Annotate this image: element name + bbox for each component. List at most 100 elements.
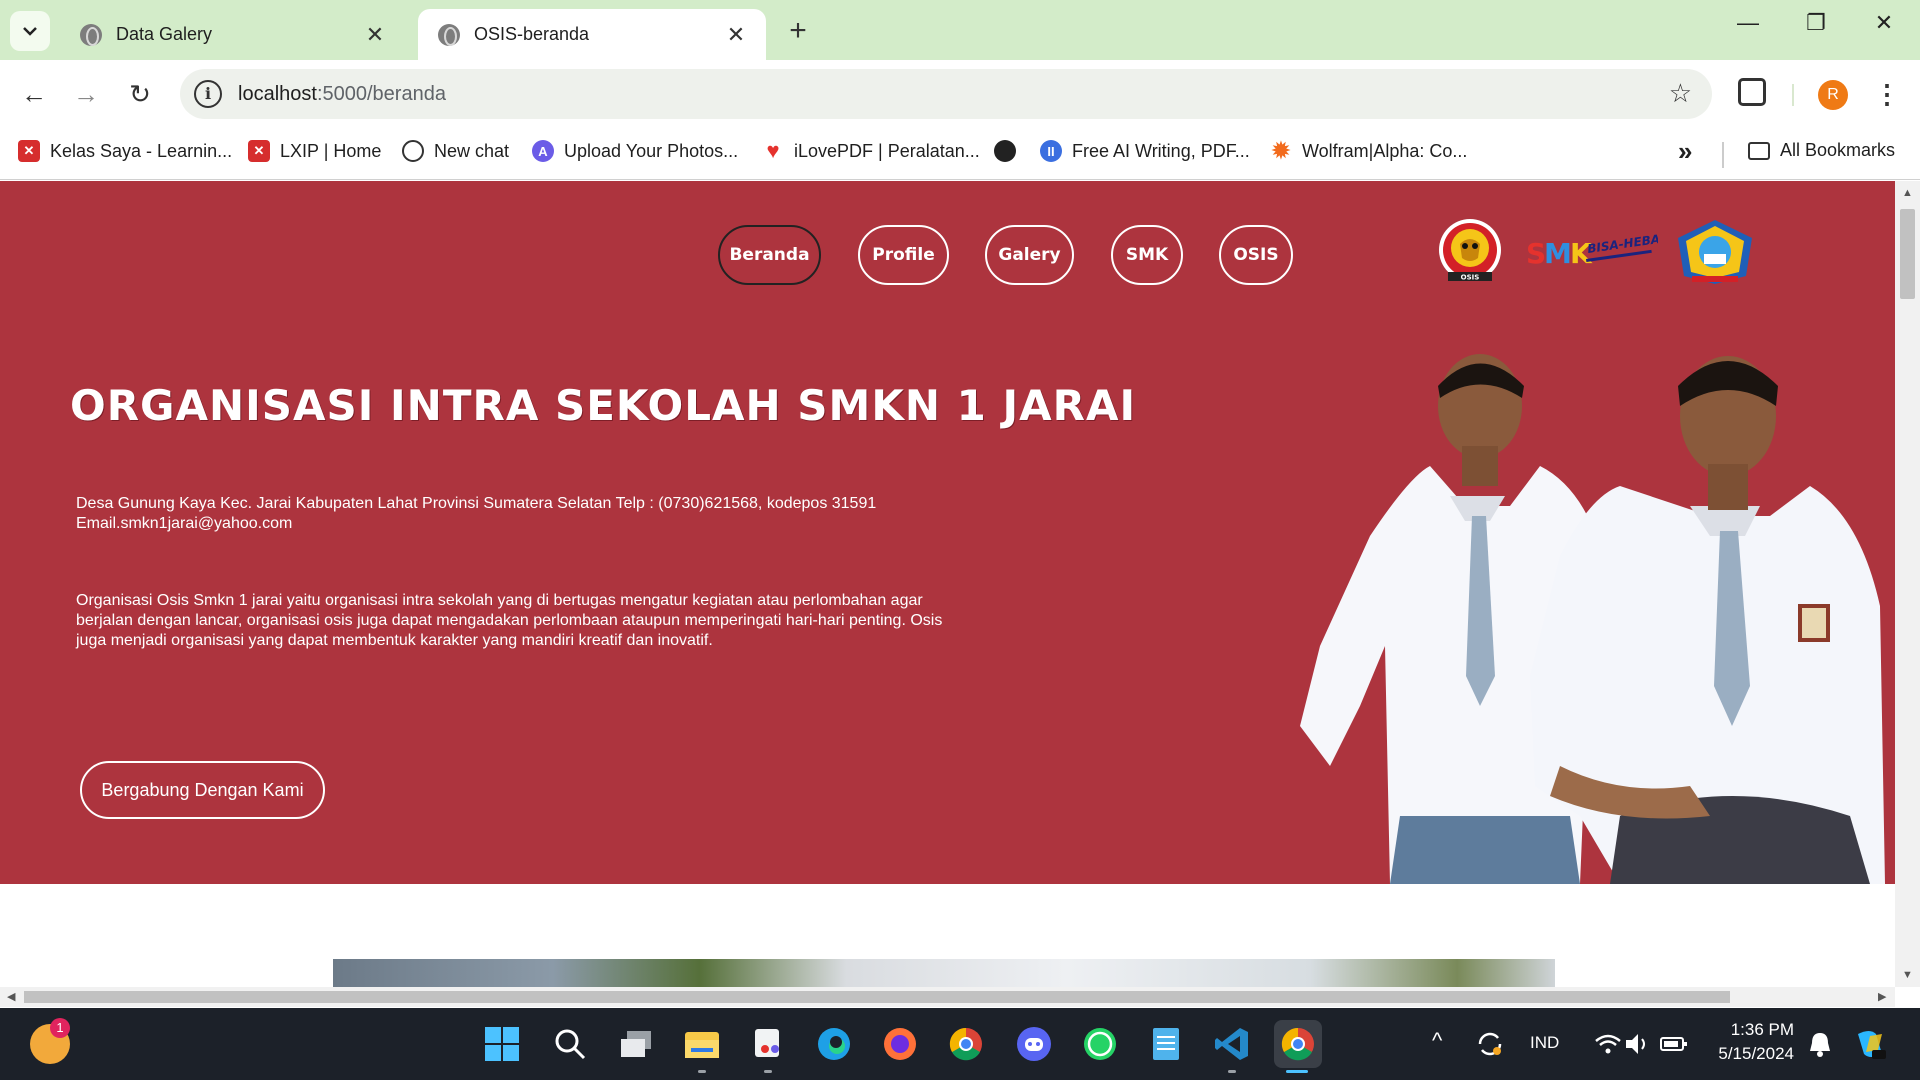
horizontal-scroll-thumb[interactable] — [24, 991, 1730, 1003]
scroll-right-icon[interactable]: ▶ — [1878, 990, 1886, 1003]
discord-icon[interactable] — [1014, 1024, 1054, 1064]
globe-icon — [80, 23, 102, 46]
nav-profile[interactable]: Profile — [858, 225, 949, 285]
bookmark-label: New chat — [434, 140, 510, 161]
new-tab-button[interactable]: + — [782, 14, 814, 48]
upload-photos-icon: A — [532, 140, 554, 162]
tab-data-galery[interactable]: Data Galery ✕ — [60, 9, 405, 60]
browser-toolbar: ← → ↻ i localhost:5000/beranda ☆ — [0, 60, 1920, 128]
bookmark-upload-photos[interactable]: A Upload Your Photos... — [532, 140, 738, 162]
join-button[interactable]: Bergabung Dengan Kami — [80, 761, 325, 819]
bookmark-label: Wolfram|Alpha: Co... — [1302, 140, 1468, 161]
bookmark-label: Free AI Writing, PDF... — [1072, 140, 1250, 161]
scroll-down-icon[interactable]: ▼ — [1902, 969, 1913, 981]
svg-text:M: M — [1544, 237, 1572, 270]
whatsapp-icon[interactable] — [1080, 1024, 1120, 1064]
running-indicator — [764, 1070, 772, 1073]
url-host: localhost — [238, 82, 317, 105]
tab-strip: Data Galery ✕ OSIS-beranda ✕ + — ❐ ✕ — [0, 0, 1920, 60]
page-title: ORGANISASI INTRA SEKOLAH SMKN 1 JARAI — [70, 381, 1137, 430]
wolfram-icon: ✹ — [1271, 138, 1291, 163]
tab-title: OSIS-beranda — [474, 24, 590, 44]
reload-button[interactable]: ↻ — [120, 74, 160, 114]
lxip-icon: ✕ — [248, 140, 270, 162]
start-icon[interactable] — [482, 1024, 522, 1064]
chrome-icon[interactable] — [946, 1024, 986, 1064]
bookmark-label: LXIP | Home — [280, 140, 382, 161]
bookmark-label: iLovePDF | Peralatan... — [794, 140, 980, 161]
bookmark-new-chat[interactable]: New chat — [402, 140, 509, 162]
notification-bell-icon[interactable] — [1800, 1024, 1840, 1064]
bookmarks-overflow-button[interactable]: » — [1678, 136, 1692, 167]
scroll-up-icon[interactable]: ▲ — [1902, 187, 1913, 199]
scroll-left-icon[interactable]: ◀ — [7, 990, 15, 1003]
edge-icon[interactable] — [814, 1024, 854, 1064]
chevron-down-icon — [23, 27, 37, 36]
active-indicator — [1286, 1070, 1308, 1073]
bookmark-globe[interactable] — [994, 140, 1026, 162]
nav-beranda[interactable]: Beranda — [718, 225, 821, 285]
vertical-scroll-thumb[interactable] — [1900, 209, 1915, 299]
clock-time[interactable]: 1:36 PM — [1728, 1020, 1794, 1040]
close-tab-icon[interactable]: ✕ — [363, 22, 387, 48]
free-ai-writing-icon: II — [1040, 140, 1062, 162]
students-photo — [1300, 354, 1885, 884]
firefox-icon[interactable] — [880, 1024, 920, 1064]
language-indicator[interactable]: IND — [1530, 1033, 1559, 1053]
nav-smk[interactable]: SMK — [1111, 225, 1183, 285]
search-icon[interactable] — [550, 1024, 590, 1064]
nav-galery[interactable]: Galery — [985, 225, 1074, 285]
profile-avatar[interactable]: R — [1818, 80, 1848, 110]
address-bar[interactable]: i localhost:5000/beranda ☆ — [180, 69, 1712, 119]
vertical-scrollbar[interactable]: ▲ ▼ — [1895, 181, 1920, 987]
bookmarks-divider — [1722, 142, 1724, 168]
site-info-icon[interactable]: i — [194, 80, 222, 108]
url-path: :5000/beranda — [316, 82, 446, 105]
snipping-tool-icon[interactable] — [748, 1024, 788, 1064]
bookmark-kelas-saya[interactable]: ✕ Kelas Saya - Learnin... — [18, 140, 232, 162]
chrome-profile-icon[interactable] — [1274, 1020, 1322, 1068]
tab-title: Data Galery — [116, 24, 213, 44]
bookmark-ilovepdf[interactable]: ♥ iLovePDF | Peralatan... — [762, 138, 980, 163]
volume-icon[interactable] — [1618, 1024, 1658, 1064]
smk-bisa-hebat-logo-icon: S M K BISA-HEBAT — [1526, 233, 1658, 270]
all-bookmarks-button[interactable]: All Bookmarks — [1748, 140, 1895, 161]
vscode-icon[interactable] — [1212, 1024, 1252, 1064]
file-explorer-icon[interactable] — [682, 1024, 722, 1064]
back-button[interactable]: ← — [14, 74, 54, 114]
bookmark-free-ai-writing[interactable]: II Free AI Writing, PDF... — [1040, 140, 1250, 162]
smkn1-jarai-logo-icon — [1678, 220, 1752, 284]
ilovepdf-icon: ♥ — [766, 138, 780, 163]
hero-section: Beranda Profile Galery SMK OSIS OSIS S M… — [0, 181, 1895, 884]
organization-description: Organisasi Osis Smkn 1 jarai yaitu organ… — [76, 592, 943, 649]
close-tab-icon[interactable]: ✕ — [724, 22, 748, 48]
minimize-button[interactable]: — — [1728, 10, 1768, 36]
horizontal-scrollbar[interactable]: ◀ ▶ — [0, 987, 1895, 1007]
copilot-icon[interactable] — [1850, 1024, 1890, 1064]
battery-icon[interactable] — [1654, 1024, 1694, 1064]
windows-taskbar: 1 ^ IND 1:36 PM 5/15/2024 — [0, 1008, 1920, 1080]
bookmark-wolfram[interactable]: ✹ Wolfram|Alpha: Co... — [1270, 138, 1468, 163]
chatgpt-icon — [402, 140, 424, 162]
address-line: Desa Gunung Kaya Kec. Jarai Kabupaten La… — [76, 495, 877, 512]
show-hidden-icons-button[interactable]: ^ — [1432, 1028, 1442, 1054]
osis-logo-icon: OSIS — [1439, 219, 1501, 282]
close-window-button[interactable]: ✕ — [1864, 10, 1904, 36]
extensions-icon[interactable] — [1738, 78, 1766, 106]
email-line: Email.smkn1jarai@yahoo.com — [76, 515, 293, 532]
forward-button[interactable]: → — [66, 74, 106, 114]
tab-osis-beranda[interactable]: OSIS-beranda ✕ — [418, 9, 766, 60]
menu-icon[interactable]: ⋮ — [1874, 76, 1900, 112]
task-view-icon[interactable] — [616, 1024, 656, 1064]
clock-date[interactable]: 5/15/2024 — [1708, 1044, 1794, 1064]
bookmark-star-icon[interactable]: ☆ — [1669, 78, 1692, 109]
tab-search-button[interactable] — [10, 11, 50, 51]
restore-button[interactable]: ❐ — [1796, 10, 1836, 36]
notepad-icon[interactable] — [1146, 1024, 1186, 1064]
bookmark-lxip[interactable]: ✕ LXIP | Home — [248, 140, 381, 162]
globe-icon — [994, 140, 1016, 162]
sync-icon[interactable] — [1470, 1024, 1510, 1064]
folder-icon — [1748, 141, 1770, 160]
gallery-photo-preview — [333, 959, 1555, 987]
nav-osis[interactable]: OSIS — [1219, 225, 1293, 285]
